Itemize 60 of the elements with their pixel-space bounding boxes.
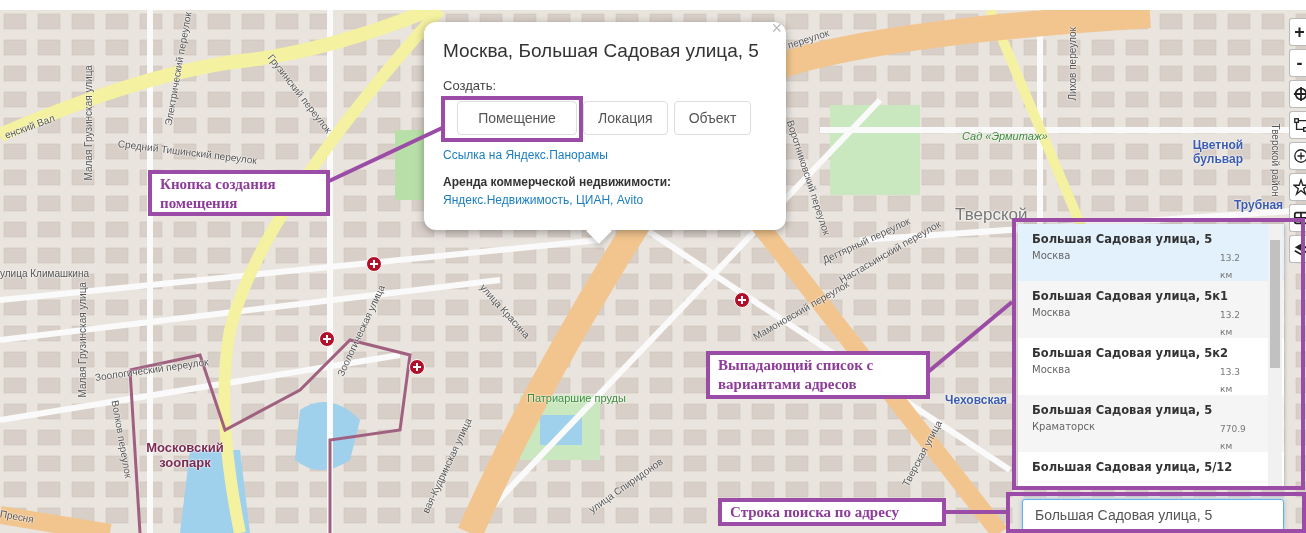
suggestion-city: Москва xyxy=(1032,364,1072,377)
map-label: Малая Грузинская улица xyxy=(82,65,94,181)
search-field[interactable]: Большая Садовая улица, 5 xyxy=(1022,499,1284,531)
create-label: Создать: xyxy=(443,78,496,93)
map-label: Лихов переулок xyxy=(1066,27,1078,101)
zoom-in-button[interactable]: + xyxy=(1289,18,1306,46)
pond xyxy=(295,402,360,470)
map-label: Средний Тишинский переулок xyxy=(117,138,258,166)
suggestion-city: Краматорск xyxy=(1032,421,1097,434)
map-label: Цветной бульвар xyxy=(1191,138,1245,166)
locate-icon[interactable] xyxy=(1293,85,1306,103)
rent-heading: Аренда коммерческой недвижимости: xyxy=(443,175,672,189)
map-label: Московский зоопарк xyxy=(145,440,225,470)
suggestion-item[interactable]: Большая Садовая улица, 5к2 Москва 13.3 км xyxy=(1018,338,1284,395)
suggestion-distance: 13.2 км xyxy=(1220,309,1242,339)
star-icon[interactable] xyxy=(1293,178,1306,196)
map-label: Тверской район xyxy=(1269,123,1281,197)
suggestion-distance: 13.2 км xyxy=(1220,252,1242,282)
map-label: Волков переулок xyxy=(109,399,135,479)
create-button[interactable]: Помещение xyxy=(457,101,577,135)
map-label: Тверской xyxy=(955,205,1028,225)
suggestion-name: Большая Садовая улица, 5к1 xyxy=(1032,289,1229,303)
suggestion-city: Москва xyxy=(1032,250,1072,263)
rent-links[interactable]: Яндекс.Недвижимость, ЦИАН, Avito xyxy=(443,193,644,207)
suggestion-item[interactable]: Большая Садовая улица, 5к1 Москва 13.2 км xyxy=(1018,281,1284,338)
callout-note: Кнопка создания помещения xyxy=(148,170,330,216)
leader-line xyxy=(944,510,1006,514)
suggestion-item[interactable]: Большая Садовая улица, 5/12 xyxy=(1018,452,1284,486)
marker-icon[interactable] xyxy=(366,256,382,272)
scrollbar[interactable] xyxy=(1268,224,1282,486)
callout-note: Выпадающий список с вариантами адресов xyxy=(706,351,930,399)
suggestion-item[interactable]: Большая Садовая улица, 5 Краматорск 770.9 км xyxy=(1018,395,1284,452)
suggestion-name: Большая Садовая улица, 5/12 xyxy=(1032,460,1234,476)
map-label: Малая Грузинская улица xyxy=(76,282,88,398)
callout-note: Строка поиска по адресу xyxy=(718,498,946,526)
create-button[interactable]: Локация xyxy=(583,101,668,135)
suggestion-name: Большая Садовая улица, 5 xyxy=(1032,232,1214,246)
map-label: Пресня xyxy=(0,508,35,525)
map-label: Трубная xyxy=(1234,198,1284,212)
suggestion-city: Москва xyxy=(1032,307,1072,320)
create-button[interactable]: Объект xyxy=(673,101,752,135)
map-label: Сад «Эрмитаж» xyxy=(962,130,1048,142)
popup-title: Москва, Большая Садовая улица, 5 xyxy=(443,40,760,62)
suggestion-name: Большая Садовая улица, 5 xyxy=(1032,403,1214,417)
map-label: Патриаршие пруды xyxy=(527,392,626,404)
map-label: Чеховская xyxy=(945,393,1008,407)
panorama-link[interactable]: Ссылка на Яндекс.Панорамы xyxy=(443,148,608,162)
map-label: улица Климашкина xyxy=(0,268,90,279)
zoom-out-button[interactable]: - xyxy=(1289,49,1306,77)
suggestion-item[interactable]: Большая Садовая улица, 5 Москва 13.2 км xyxy=(1018,224,1284,281)
marker-icon[interactable] xyxy=(409,359,425,375)
suggestion-distance: 770.9 км xyxy=(1220,423,1247,453)
marker-icon[interactable] xyxy=(319,331,335,347)
route-icon[interactable] xyxy=(1293,116,1306,134)
map-label: енский Вал xyxy=(3,112,57,141)
suggestion-name: Большая Садовая улица, 5к2 xyxy=(1032,346,1229,360)
marker-icon[interactable] xyxy=(734,292,750,308)
map-label: Зоологический переулок xyxy=(94,356,210,383)
suggestion-distance: 13.3 км xyxy=(1220,366,1242,396)
grid-icon[interactable] xyxy=(1293,209,1306,227)
